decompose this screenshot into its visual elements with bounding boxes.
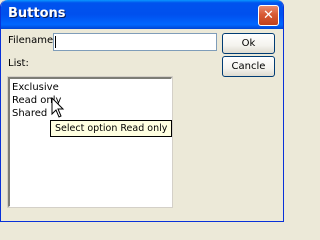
list-label: List:: [8, 58, 29, 69]
filename-label: Filename:: [8, 35, 57, 46]
arrow-cursor-icon: [51, 97, 65, 118]
options-listbox[interactable]: Exclusive Read only Shared: [8, 77, 172, 207]
list-item-shared[interactable]: Shared: [12, 107, 47, 120]
cancel-button[interactable]: Cancle: [222, 56, 275, 77]
filename-input[interactable]: [53, 33, 217, 51]
title-bar[interactable]: Buttons ✕: [1, 0, 283, 29]
dialog-window: Buttons ✕ Filename: Ok Cancle List: Excl…: [0, 0, 284, 222]
close-button[interactable]: ✕: [258, 5, 279, 26]
tooltip: Select option Read only: [50, 120, 173, 137]
list-item-exclusive[interactable]: Exclusive: [12, 81, 59, 94]
text-caret: [55, 36, 56, 48]
ok-button[interactable]: Ok: [222, 33, 275, 54]
close-icon: ✕: [263, 8, 274, 23]
window-title: Buttons: [8, 6, 66, 21]
